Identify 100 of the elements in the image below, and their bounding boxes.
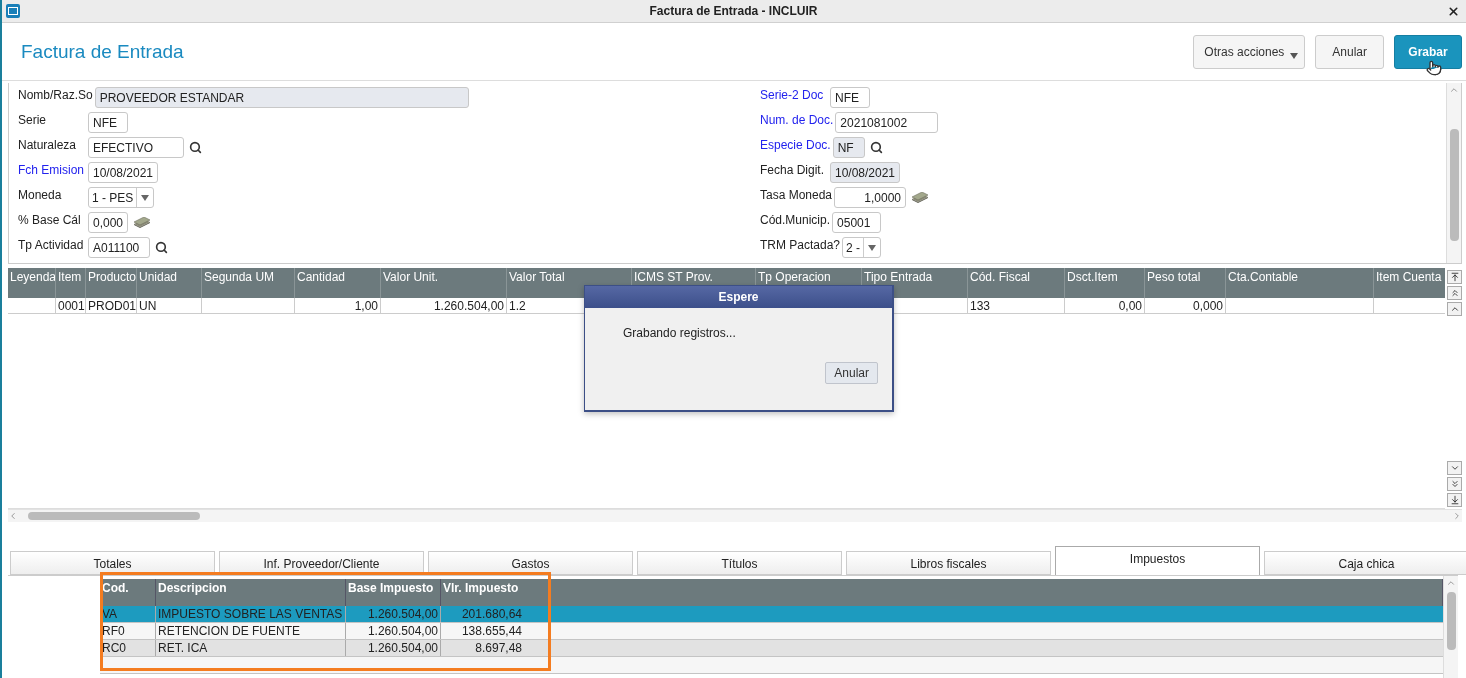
tab[interactable]: Gastos xyxy=(428,551,633,575)
menu-button[interactable]: Otras acciones xyxy=(1193,34,1306,69)
scroll-right-icon[interactable] xyxy=(1452,511,1462,521)
scroll-up-button[interactable] xyxy=(1447,302,1462,316)
chevron-down-icon xyxy=(1449,463,1460,473)
field-label: Nomb/Raz.So xyxy=(18,87,93,102)
field-label: Cód.Municip. xyxy=(760,212,831,227)
column-header: Valor Unit. xyxy=(381,268,507,298)
column-header: Producto xyxy=(86,268,137,298)
tab[interactable]: Impuestos xyxy=(1055,546,1260,575)
table-cell: 201.680,64 xyxy=(441,606,551,622)
table-cell: 1,00 xyxy=(295,298,381,314)
column-header: Cod. xyxy=(100,579,156,606)
scrollbar[interactable] xyxy=(8,509,1462,522)
column-header: Dsct.Item xyxy=(1065,268,1145,298)
select-field[interactable]: 1 - PES xyxy=(88,187,155,208)
column-header: Peso total xyxy=(1145,268,1226,298)
banknote-icon[interactable] xyxy=(133,216,152,229)
dialog-title: Espere xyxy=(585,286,892,308)
input-field[interactable]: 10/08/2021 xyxy=(830,162,900,183)
input-field[interactable]: EFECTIVO xyxy=(88,137,184,158)
field-label: Tasa Moneda xyxy=(760,187,833,202)
input-field[interactable]: 2021081002 xyxy=(835,112,939,133)
cancel-button[interactable]: Anular xyxy=(825,362,878,384)
table-cell: RET. ICA xyxy=(156,640,346,656)
input-field[interactable]: PROVEEDOR ESTANDAR xyxy=(94,87,469,108)
table-row[interactable]: RF0 RETENCION DE FUENTE 1.260.504,00 138.655,44 xyxy=(100,623,1443,640)
field-label: TRM Pactada? xyxy=(760,237,841,252)
column-header: Segunda UM xyxy=(202,268,295,298)
table-cell: RF0 xyxy=(100,623,156,639)
field-label: Num. de Doc. xyxy=(760,112,834,127)
field-label: Fecha Digit. xyxy=(760,162,826,177)
cancel-button[interactable]: Anular xyxy=(1315,34,1384,69)
search-icon[interactable] xyxy=(155,241,169,254)
scrollbar[interactable] xyxy=(1446,83,1461,263)
scroll-left-icon[interactable] xyxy=(8,511,18,521)
table-cell: VA xyxy=(100,606,156,622)
table-cell: 1.260.504,00 xyxy=(346,606,441,622)
table-cell: 0,00 xyxy=(1065,298,1145,314)
tab[interactable]: Inf. Proveedor/Cliente xyxy=(219,551,424,575)
field-label: Tp Actividad xyxy=(18,237,85,252)
search-icon[interactable] xyxy=(869,141,883,154)
select-field[interactable]: 2 - xyxy=(842,237,882,258)
table-cell: RETENCION DE FUENTE xyxy=(156,623,346,639)
caret-icon xyxy=(868,244,877,251)
input-field[interactable]: 0,000 xyxy=(88,212,129,233)
table-cell: IMPUESTO SOBRE LAS VENTAS xyxy=(156,606,346,622)
input-field[interactable]: NF xyxy=(832,137,865,158)
input-field[interactable]: NFE xyxy=(830,87,870,108)
input-field[interactable]: NFE xyxy=(88,112,128,133)
input-field[interactable]: 10/08/2021 xyxy=(88,162,158,183)
banknote-icon[interactable] xyxy=(911,191,930,204)
field-label: Naturaleza xyxy=(18,137,78,152)
table-cell: 8.697,48 xyxy=(441,640,551,656)
page-title: Factura de Entrada xyxy=(21,40,185,63)
table-cell: UN xyxy=(137,298,202,314)
scroll-up-icon[interactable] xyxy=(1446,578,1456,588)
field-label: Moneda xyxy=(18,187,63,202)
table-cell: 1.260.504,00 xyxy=(346,640,441,656)
table-row[interactable]: RC0 RET. ICA 1.260.504,00 8.697,48 xyxy=(100,640,1443,657)
scroll-bottom-button[interactable] xyxy=(1447,493,1462,507)
window-title: Factura de Entrada - INCLUIR xyxy=(648,4,819,18)
column-header: Descripcion xyxy=(156,579,346,606)
field-label: Especie Doc. xyxy=(760,137,831,152)
column-header: Cód. Fiscal xyxy=(968,268,1065,298)
scroll-top-button[interactable] xyxy=(1447,270,1462,284)
table-cell: 1.260.504,00 xyxy=(346,623,441,639)
scroll-down-button[interactable] xyxy=(1447,461,1462,475)
close-icon[interactable] xyxy=(1447,4,1460,18)
table-cell: PROD01 xyxy=(86,298,137,314)
column-header: Cta.Contable xyxy=(1226,268,1374,298)
table-row[interactable]: VA IMPUESTO SOBRE LAS VENTAS 1.260.504,00 201.680,64 xyxy=(100,606,1443,623)
field-label: Fch Emision xyxy=(18,162,86,177)
tab[interactable]: Libros fiscales xyxy=(846,551,1051,575)
page-up-button[interactable] xyxy=(1447,286,1462,300)
double-chevron-down-icon xyxy=(1449,479,1460,489)
scroll-bottom-icon xyxy=(1449,495,1460,505)
column-header: Vlr. Impuesto xyxy=(441,579,551,606)
column-header: Cantidad xyxy=(295,268,381,298)
tab[interactable]: Títulos xyxy=(637,551,842,575)
column-header: Unidad xyxy=(137,268,202,298)
input-field[interactable]: 1,0000 xyxy=(834,187,907,208)
caret-icon xyxy=(141,194,150,201)
table-cell: 138.655,44 xyxy=(441,623,551,639)
table-cell: 1.260.504,00 xyxy=(381,298,507,314)
window-icon xyxy=(6,4,20,18)
dialog-message: Grabando registros... xyxy=(623,326,737,340)
input-field[interactable]: A011100 xyxy=(88,237,151,258)
search-icon[interactable] xyxy=(189,141,202,154)
input-field[interactable]: 05001 xyxy=(832,212,882,233)
tab[interactable]: Caja chica xyxy=(1264,551,1466,575)
tab[interactable]: Totales xyxy=(10,551,215,575)
page-down-button[interactable] xyxy=(1447,477,1462,491)
scroll-top-icon xyxy=(1449,272,1460,282)
pointer-cursor-icon xyxy=(1426,60,1442,76)
table-cell: RC0 xyxy=(100,640,156,656)
field-label: Serie xyxy=(18,112,47,127)
caret-icon xyxy=(1290,52,1299,59)
scrollbar[interactable] xyxy=(1443,576,1458,678)
scroll-up-icon[interactable] xyxy=(1449,85,1459,95)
